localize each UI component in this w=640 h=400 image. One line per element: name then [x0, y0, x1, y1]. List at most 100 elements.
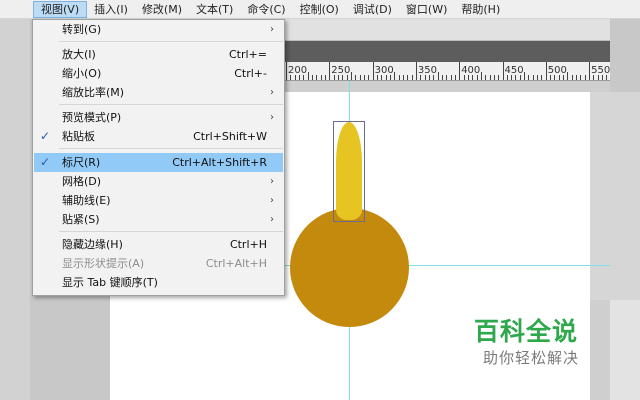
- document-header: [285, 19, 610, 41]
- ruler-major-tick: [589, 62, 591, 80]
- menu-control[interactable]: 控制(O): [293, 1, 346, 18]
- menu-separator: [59, 104, 283, 105]
- menu-modify[interactable]: 修改(M): [135, 1, 189, 18]
- menu-item[interactable]: 辅助线(E) ›: [34, 191, 283, 210]
- ruler-minor-tick: [350, 72, 352, 80]
- ruler-minor-tick: [524, 72, 526, 80]
- menu-item-label: 标尺(R): [62, 156, 101, 169]
- checkmark-icon: ✓: [40, 129, 51, 143]
- ruler-minor-tick: [320, 75, 322, 80]
- ruler-minor-tick: [584, 75, 586, 80]
- menu-insert[interactable]: 插入(I): [87, 1, 135, 18]
- menu-commands[interactable]: 命令(C): [240, 1, 292, 18]
- checkmark-icon: ✓: [40, 155, 51, 169]
- selection-box[interactable]: [333, 121, 365, 222]
- menu-item[interactable]: 显示 Tab 键顺序(T): [34, 273, 283, 292]
- menu-item-label: 网格(D): [62, 175, 102, 188]
- circle-shape[interactable]: [290, 208, 409, 327]
- stage-area: [110, 295, 285, 400]
- ruler-minor-tick: [489, 75, 491, 80]
- left-panel: [0, 19, 30, 400]
- ruler-minor-tick: [576, 75, 578, 80]
- ruler-minor-tick: [454, 75, 456, 80]
- menu-view[interactable]: 视图(V): [33, 0, 88, 18]
- ruler-minor-tick: [450, 75, 452, 80]
- ruler-minor-tick: [290, 75, 292, 80]
- ruler-minor-tick: [398, 75, 400, 80]
- menu-item-label: 贴紧(S): [62, 213, 100, 226]
- menu-item-shortcut: Ctrl+Alt+H: [205, 257, 267, 270]
- ruler-minor-tick: [363, 75, 365, 80]
- ruler-minor-tick: [307, 72, 309, 80]
- ruler-minor-tick: [519, 75, 521, 80]
- ruler-minor-tick: [446, 75, 448, 80]
- menu-item[interactable]: ✓ 标尺(R) Ctrl+Alt+Shift+R: [34, 153, 283, 172]
- ruler-minor-tick: [602, 75, 604, 80]
- ruler-major-tick: [502, 62, 504, 80]
- ruler-minor-tick: [554, 75, 556, 80]
- ruler-minor-tick: [511, 75, 513, 80]
- ruler-minor-tick: [346, 75, 348, 80]
- menu-window[interactable]: 窗口(W): [399, 1, 454, 18]
- menu-item-label: 缩小(O): [62, 67, 102, 80]
- menu-item-shortcut: Ctrl+Alt+Shift+R: [172, 156, 267, 169]
- menu-separator: [59, 148, 283, 149]
- ruler-minor-tick: [480, 72, 482, 80]
- ruler-minor-tick: [580, 75, 582, 80]
- menu-item[interactable]: 放大(I) Ctrl+=: [34, 45, 283, 64]
- ruler-minor-tick: [485, 75, 487, 80]
- view-menu-dropdown: 转到(G) › 放大(I) Ctrl+= 缩小(O) Ctrl+- 缩放比率(M) › 预览模式…: [32, 19, 285, 296]
- ruler-minor-tick: [342, 75, 344, 80]
- chevron-right-icon: ›: [270, 112, 274, 123]
- ruler-minor-tick: [385, 75, 387, 80]
- menu-help[interactable]: 帮助(H): [454, 1, 507, 18]
- ruler-minor-tick: [333, 75, 335, 80]
- menu-item-shortcut: Ctrl+H: [229, 238, 267, 251]
- ruler-minor-tick: [394, 72, 396, 80]
- chevron-right-icon: ›: [270, 176, 274, 187]
- menu-item-label: 转到(G): [62, 23, 102, 36]
- watermark-subtitle: 助你轻松解决: [483, 349, 580, 367]
- menu-item[interactable]: 网格(D) ›: [34, 172, 283, 191]
- ruler-minor-tick: [411, 75, 413, 80]
- ruler-minor-tick: [389, 75, 391, 80]
- chevron-right-icon: ›: [270, 87, 274, 98]
- menu-item[interactable]: 转到(G) ›: [34, 20, 283, 39]
- scroll-area: [590, 92, 640, 300]
- ruler-minor-tick: [515, 75, 517, 80]
- ruler-major-tick: [545, 62, 547, 80]
- ruler-minor-tick: [303, 75, 305, 80]
- ruler-minor-tick: [463, 75, 465, 80]
- menu-item-label: 缩放比率(M): [62, 86, 125, 99]
- ruler-minor-tick: [337, 75, 339, 80]
- menu-item-label: 显示形状提示(A): [62, 257, 145, 270]
- menu-item[interactable]: 预览模式(P) ›: [34, 108, 283, 127]
- menu-item-shortcut: Ctrl+-: [234, 67, 267, 80]
- ruler-major-tick: [329, 62, 331, 80]
- ruler-minor-tick: [541, 75, 543, 80]
- timeline-bar: [285, 41, 610, 62]
- menu-bar: 视图(V) 插入(I) 修改(M) 文本(T) 命令(C) 控制(O) 调试(D…: [0, 0, 640, 19]
- menu-item[interactable]: 缩小(O) Ctrl+-: [34, 64, 283, 83]
- ruler-minor-tick: [472, 75, 474, 80]
- ruler-minor-tick: [316, 75, 318, 80]
- menu-item-label: 预览模式(P): [62, 111, 122, 124]
- menu-item[interactable]: 隐藏边缘(H) Ctrl+H: [34, 235, 283, 254]
- chevron-right-icon: ›: [270, 24, 274, 35]
- ruler-minor-tick: [563, 75, 565, 80]
- menu-debug[interactable]: 调试(D): [346, 1, 399, 18]
- menu-item[interactable]: 缩放比率(M) ›: [34, 83, 283, 102]
- menu-item[interactable]: ✓ 粘贴板 Ctrl+Shift+W: [34, 127, 283, 146]
- menu-item[interactable]: 贴紧(S) ›: [34, 210, 283, 229]
- horizontal-ruler[interactable]: 200 250 300 350 400 450 500 550: [285, 62, 610, 81]
- ruler-minor-tick: [437, 72, 439, 80]
- ruler-minor-tick: [593, 75, 595, 80]
- chevron-right-icon: ›: [270, 214, 274, 225]
- scroll-area-lower: [610, 300, 640, 400]
- ruler-minor-tick: [467, 75, 469, 80]
- menu-item-label: 显示 Tab 键顺序(T): [62, 276, 158, 289]
- ruler-minor-tick: [493, 75, 495, 80]
- menu-text[interactable]: 文本(T): [189, 1, 240, 18]
- menu-item: 显示形状提示(A) Ctrl+Alt+H: [34, 254, 283, 273]
- menu-separator: [59, 231, 283, 232]
